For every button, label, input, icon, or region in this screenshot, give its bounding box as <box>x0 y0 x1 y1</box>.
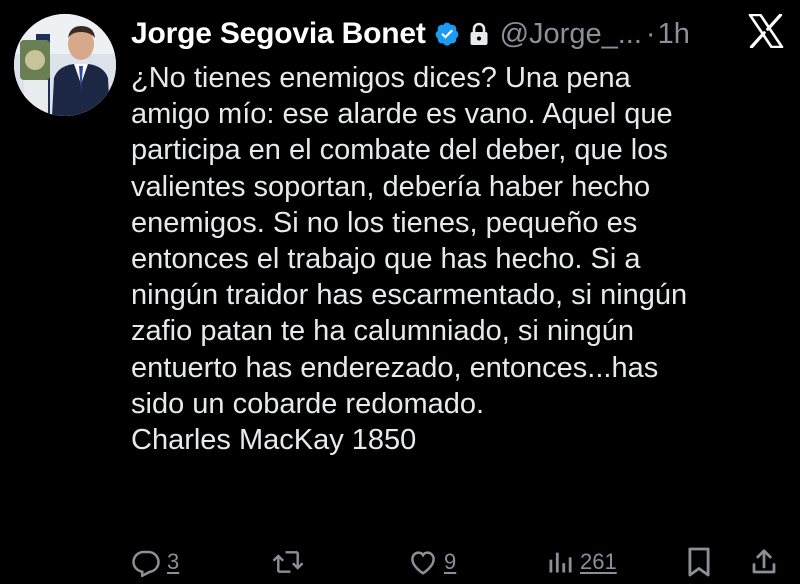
reply-count: 3 <box>167 549 180 574</box>
share-icon <box>752 549 776 574</box>
retweet-button[interactable] <box>271 542 311 582</box>
views-button[interactable]: 261 <box>546 542 617 582</box>
share-button[interactable] <box>749 542 779 582</box>
author-name[interactable]: Jorge Segovia Bonet <box>131 17 426 51</box>
reply-button[interactable]: 3 <box>131 542 179 582</box>
profile-photo <box>14 14 116 116</box>
like-count: 9 <box>444 549 457 574</box>
author-handle[interactable]: @Jorge_... <box>500 18 642 51</box>
separator-dot: · <box>645 17 656 50</box>
verified-badge-icon <box>434 21 460 47</box>
lock-icon <box>468 21 490 47</box>
x-logo-icon[interactable] <box>748 13 784 49</box>
retweet-icon <box>272 551 304 573</box>
views-count: 261 <box>580 549 617 574</box>
heart-icon <box>411 551 435 575</box>
analytics-icon <box>549 552 572 573</box>
tweet-text: ¿No tienes enemigos dices? Una pena amig… <box>131 62 688 457</box>
reply-icon <box>132 550 160 577</box>
timestamp[interactable]: 1h <box>658 18 690 51</box>
avatar[interactable] <box>14 14 116 116</box>
tweet-actions: 3 9 261 <box>131 542 791 582</box>
bookmark-button[interactable] <box>686 542 712 582</box>
bookmark-icon <box>688 547 710 577</box>
like-button[interactable]: 9 <box>408 542 456 582</box>
tweet-header: Jorge Segovia Bonet @Jorge_... · 1h <box>131 12 800 56</box>
